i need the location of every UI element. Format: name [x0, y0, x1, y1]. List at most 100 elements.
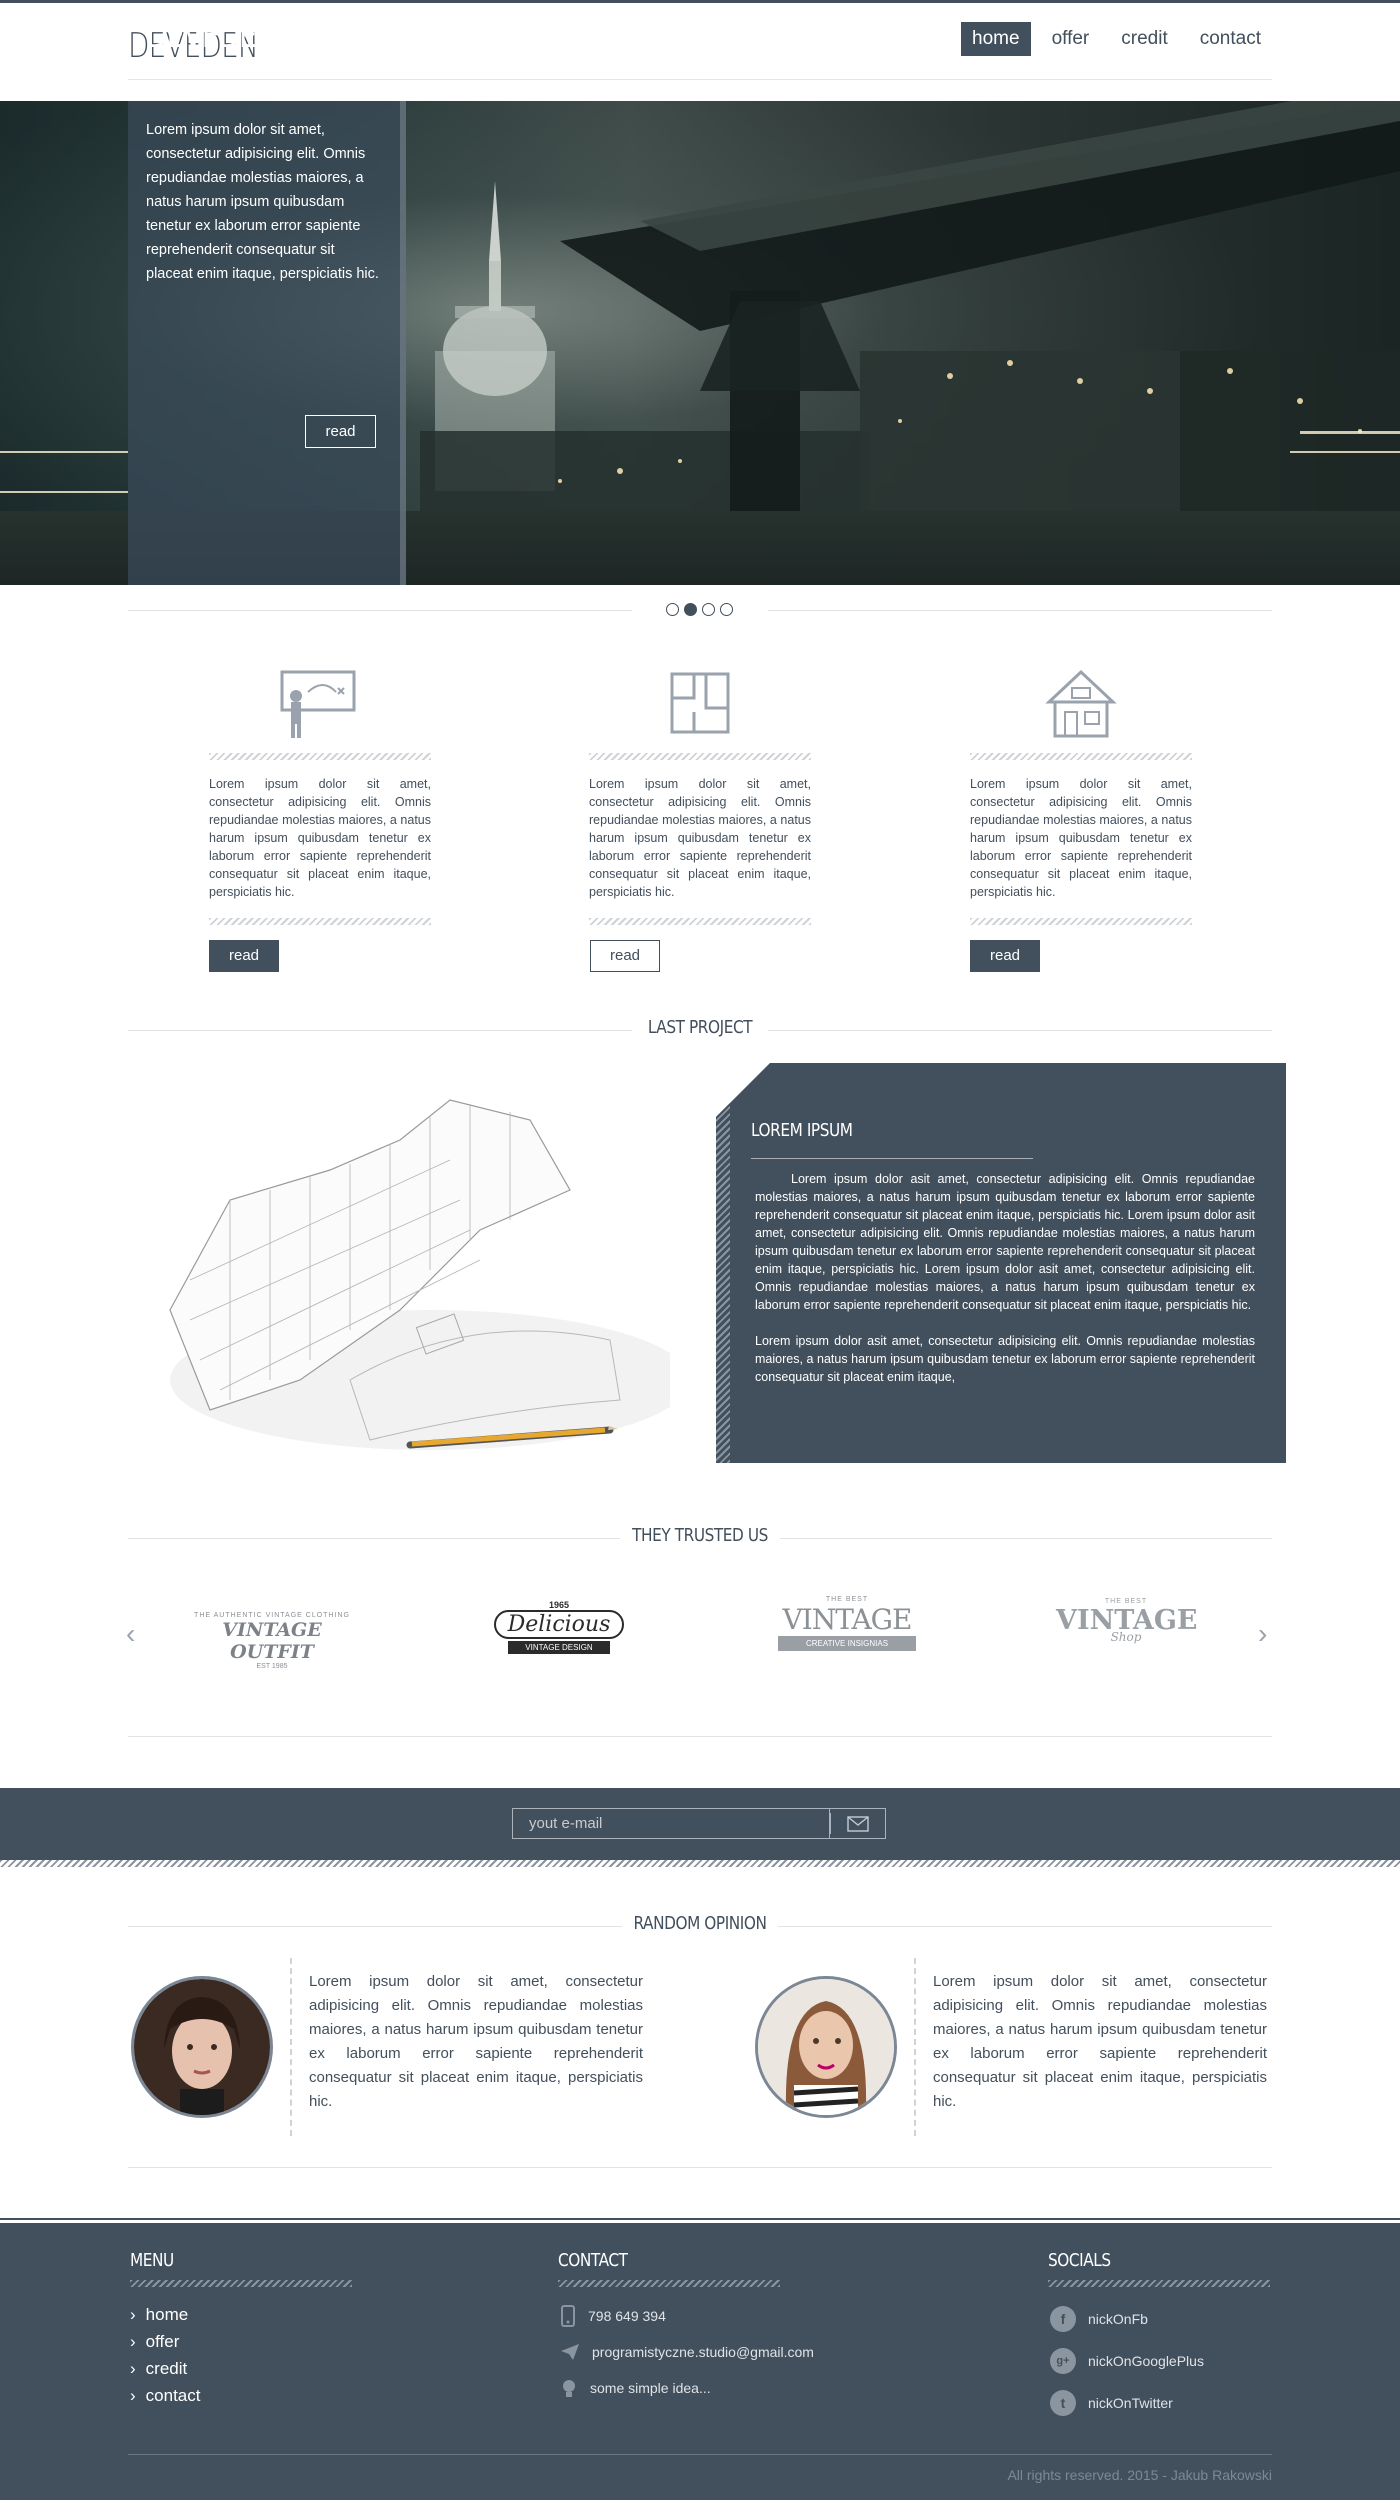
section-line-left: [128, 1538, 620, 1539]
feature-hatch-top: [589, 753, 811, 760]
brand-logo-vintage-insignias[interactable]: THE BEST VINTAGE CREATIVE INSIGNIAS: [772, 1596, 922, 1651]
email-divider: [830, 1813, 831, 1834]
brand-subtitle: EST 1985: [256, 1663, 288, 1670]
nav-offer[interactable]: offer: [1041, 22, 1101, 56]
hero-read-button[interactable]: read: [305, 415, 376, 448]
feature-text: Lorem ipsum dolor sit amet, consectetur …: [589, 777, 811, 899]
slider-line-right: [768, 610, 1272, 611]
envelope-icon: [846, 1815, 869, 1832]
feature-read-button[interactable]: read: [209, 940, 279, 972]
footer-menu-label: home: [145, 2304, 189, 2324]
slider-dot-2[interactable]: [684, 603, 697, 616]
footer-socials-title: SOCIALS: [1048, 2250, 1111, 2271]
main-nav: home offer credit contact: [961, 22, 1272, 56]
nav-home[interactable]: home: [961, 22, 1031, 56]
footer-socials: f nickOnFb g+ nickOnGooglePlus t nickOnT…: [1050, 2298, 1204, 2424]
footer-hatch: [130, 2280, 352, 2287]
hero-divider: [146, 91, 380, 92]
slider-dot-4[interactable]: [720, 603, 733, 616]
brand-name: Delicious: [494, 1610, 624, 1639]
feature-hatch-bottom: [589, 918, 811, 925]
footer-email[interactable]: programistyczne.studio@gmail.com: [560, 2334, 814, 2370]
brand-logo-delicious[interactable]: 1965 Delicious VINTAGE DESIGN: [494, 1600, 624, 1654]
brand-logo-vintage-outfit[interactable]: THE AUTHENTIC VINTAGE CLOTHING VINTAGE O…: [192, 1612, 352, 1670]
footer-menu-home[interactable]: › home: [130, 2301, 200, 2328]
project-divider: [751, 1158, 1033, 1159]
chevron-right-icon[interactable]: ›: [1258, 1618, 1267, 1650]
nav-credit[interactable]: credit: [1110, 22, 1178, 56]
section-line-right: [780, 1538, 1272, 1539]
chevron-right-icon: ›: [130, 2358, 136, 2378]
slider-dot-1[interactable]: [666, 603, 679, 616]
opinion-divider: [914, 1958, 916, 2136]
phone-icon: [561, 2305, 575, 2327]
brand-name: VINTAGE: [782, 1603, 913, 1636]
social-google-plus[interactable]: g+ nickOnGooglePlus: [1050, 2340, 1204, 2382]
social-label: nickOnGooglePlus: [1088, 2353, 1204, 2369]
brand-name: VINTAGE OUTFIT: [222, 1619, 322, 1663]
house-icon: [1045, 669, 1117, 738]
copyright-text: All rights reserved. 2015 - Jakub Rakows…: [1007, 2467, 1272, 2483]
chevron-left-icon[interactable]: ‹: [126, 1618, 135, 1650]
newsletter-hatch: [0, 1860, 1400, 1867]
floor-plan-icon: [670, 672, 730, 734]
hero-title: DEVEDEN: [146, 16, 277, 56]
footer-menu-label: contact: [145, 2385, 201, 2405]
slider-line-left: [128, 610, 632, 611]
footer-menu-offer[interactable]: › offer: [130, 2328, 200, 2355]
email-input[interactable]: [512, 1808, 830, 1839]
social-facebook[interactable]: f nickOnFb: [1050, 2298, 1204, 2340]
footer-menu-contact[interactable]: › contact: [130, 2382, 200, 2409]
project-paragraph: Lorem ipsum dolor asit amet, consectetur…: [755, 1334, 1255, 1384]
presentation-board-icon: [280, 670, 356, 738]
project-paragraph: Lorem ipsum dolor asit amet, consectetur…: [755, 1172, 1255, 1312]
social-label: nickOnTwitter: [1088, 2395, 1173, 2411]
slider-dot-3[interactable]: [702, 603, 715, 616]
brand-logo-vintage-shop[interactable]: THE BEST VINTAGE Shop: [1056, 1598, 1197, 1644]
section-line-left: [128, 1926, 622, 1927]
brand-subtitle: CREATIVE INSIGNIAS: [778, 1636, 916, 1651]
project-title: LOREM IPSUM: [751, 1120, 853, 1141]
google-plus-icon: g+: [1050, 2348, 1076, 2374]
paper-plane-icon: [561, 2344, 579, 2360]
social-twitter[interactable]: t nickOnTwitter: [1050, 2382, 1204, 2424]
nav-contact[interactable]: contact: [1189, 22, 1272, 56]
footer-hatch: [1048, 2280, 1270, 2287]
brand-tagline: THE BEST: [1104, 1598, 1148, 1605]
chevron-right-icon: ›: [130, 2331, 136, 2351]
top-accent-line: [0, 0, 1400, 3]
opinion-divider-bottom: [128, 2167, 1272, 2168]
idea-text: some simple idea...: [590, 2380, 711, 2396]
email-address: programistyczne.studio@gmail.com: [592, 2344, 814, 2360]
phone-number: 798 649 394: [588, 2308, 666, 2324]
feature-hatch-top: [970, 753, 1192, 760]
opinion-text: Lorem ipsum dolor sit amet, consectetur …: [309, 1973, 643, 2110]
feature-hatch-top: [209, 753, 431, 760]
brand-tagline: THE AUTHENTIC VINTAGE CLOTHING: [194, 1612, 350, 1619]
section-line-right: [768, 1030, 1272, 1031]
footer-divider: [128, 2454, 1272, 2455]
feature-read-button[interactable]: read: [590, 940, 660, 972]
twitter-icon: t: [1050, 2390, 1076, 2416]
footer-menu-credit[interactable]: › credit: [130, 2355, 200, 2382]
footer-menu-label: credit: [145, 2358, 188, 2378]
feature-hatch-bottom: [970, 918, 1192, 925]
social-label: nickOnFb: [1088, 2311, 1148, 2327]
header-divider: [128, 79, 1272, 80]
chevron-right-icon: ›: [130, 2385, 136, 2405]
footer-contact-title: CONTACT: [558, 2250, 628, 2271]
brand-subtitle: VINTAGE DESIGN: [508, 1641, 610, 1654]
footer-top-line: [0, 2218, 1400, 2220]
send-email-button[interactable]: [830, 1808, 886, 1839]
feature-text: Lorem ipsum dolor sit amet, consectetur …: [209, 777, 431, 899]
trusted-heading: THEY TRUSTED US: [632, 1525, 768, 1546]
footer-phone: 798 649 394: [560, 2298, 814, 2334]
avatar: [131, 1976, 273, 2118]
footer-hatch: [558, 2280, 780, 2287]
feature-read-button[interactable]: read: [970, 940, 1040, 972]
feature-text: Lorem ipsum dolor sit amet, consectetur …: [970, 777, 1192, 899]
opinion-text: Lorem ipsum dolor sit amet, consectetur …: [933, 1973, 1267, 2110]
avatar: [755, 1976, 897, 2118]
footer-menu: › home › offer › credit › contact: [130, 2301, 200, 2409]
footer-contact-list: 798 649 394 programistyczne.studio@gmail…: [560, 2298, 814, 2406]
